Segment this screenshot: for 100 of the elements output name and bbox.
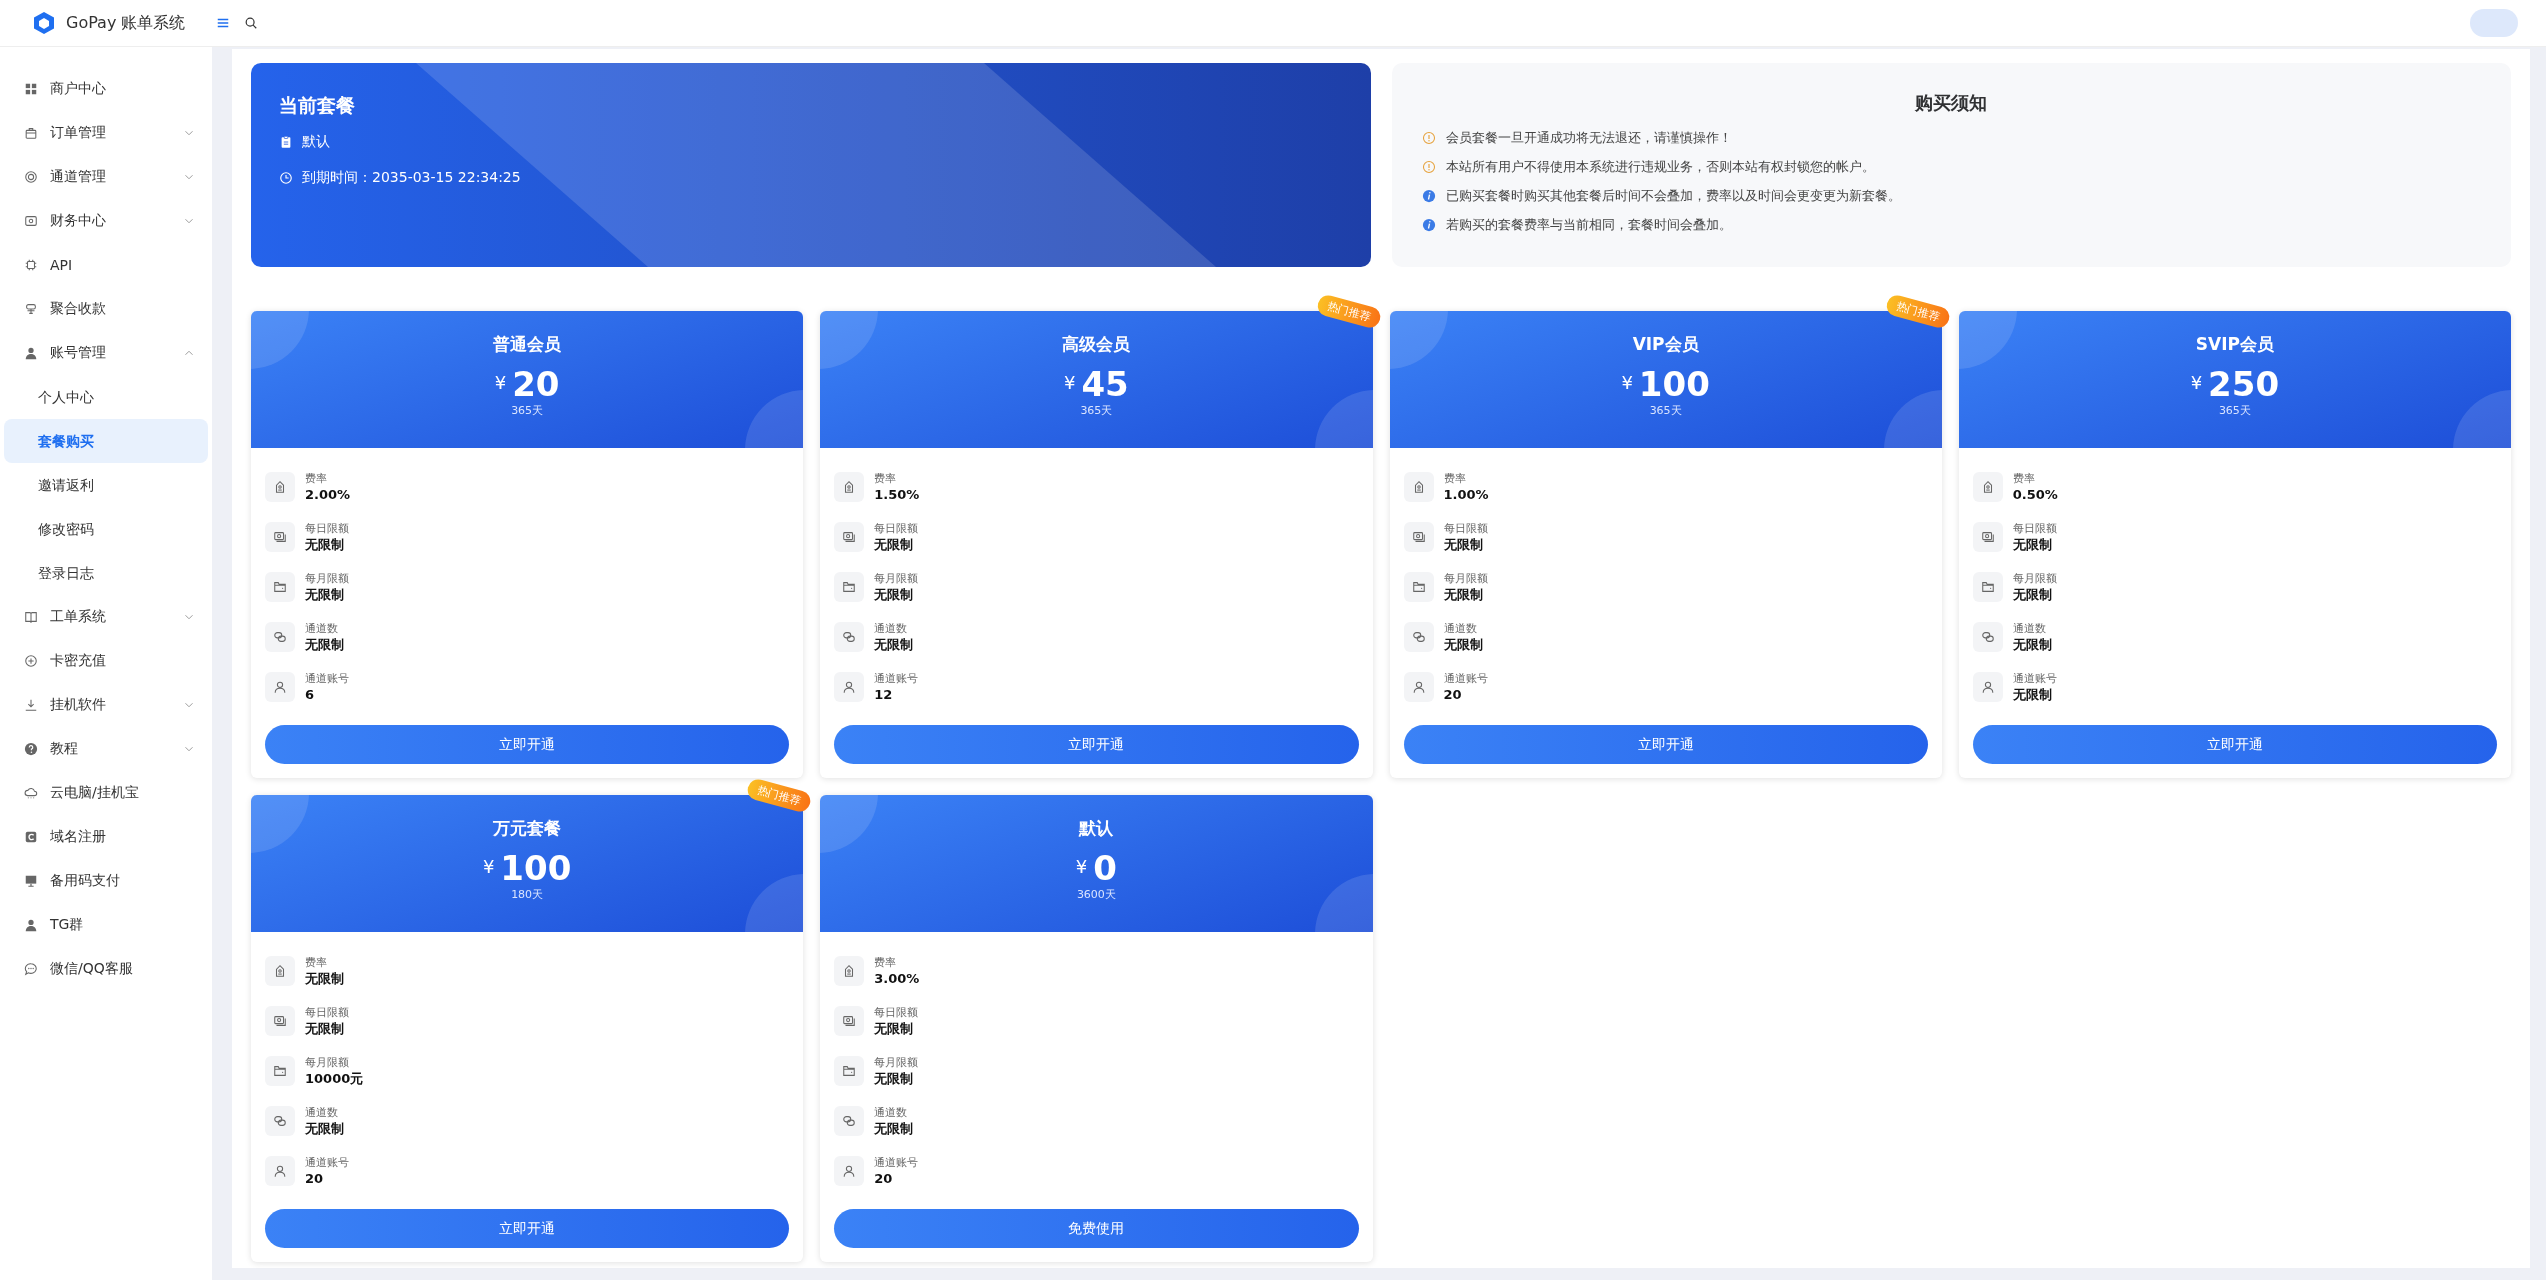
sidebar-subitem[interactable]: 个人中心	[4, 375, 208, 419]
feature-label: 通道账号	[874, 671, 919, 686]
feature-value: 无限制	[1443, 635, 1483, 653]
feature-value: 2.00%	[305, 485, 351, 503]
ring-icon	[24, 170, 38, 184]
feature-label: 每月限额	[2012, 571, 2057, 586]
sidebar-item[interactable]: 聚合收款	[0, 287, 212, 331]
feature-label: 费率	[305, 955, 328, 970]
app-name: GoPay 账单系统	[66, 12, 186, 34]
plan-name: 默认	[1079, 817, 1114, 840]
buy-button[interactable]: 立即开通	[834, 725, 1359, 764]
plan-duration: 365天	[511, 403, 544, 419]
user-icon	[24, 346, 38, 360]
feature-label: 通道数	[874, 621, 909, 636]
folder-icon	[842, 580, 857, 594]
sidebar-item[interactable]: 备用码支付	[0, 859, 212, 903]
logo-icon	[32, 11, 56, 35]
person-icon	[842, 680, 857, 694]
plus-circle-icon	[24, 654, 38, 668]
feature-value: 3.00%	[874, 969, 920, 987]
sidebar-item[interactable]: 订单管理	[0, 111, 212, 155]
tag-icon	[273, 964, 287, 978]
plan-price: 250	[2208, 366, 2280, 404]
warning-icon	[1421, 131, 1436, 145]
buy-button[interactable]: 免费使用	[834, 1209, 1359, 1248]
currency-symbol: ¥	[1064, 372, 1076, 393]
sidebar-subitem[interactable]: 邀请返利	[4, 463, 208, 507]
feature-value: 20	[305, 1169, 325, 1187]
sidebar-item[interactable]: TG群	[0, 903, 212, 947]
feature-label: 费率	[305, 471, 328, 486]
feature-value: 20	[1443, 685, 1463, 703]
feature-value: 1.00%	[1443, 485, 1489, 503]
sidebar-item[interactable]: 教程	[0, 727, 212, 771]
feature-label: 每日限额	[1443, 521, 1488, 536]
feature-label: 通道数	[2012, 621, 2047, 636]
plan-name: 高级会员	[1062, 333, 1131, 356]
search-icon[interactable]	[244, 16, 258, 30]
info-icon	[1421, 189, 1436, 203]
feature-label: 通道账号	[2012, 671, 2057, 686]
cash-icon	[273, 530, 287, 544]
chat-icon	[24, 962, 38, 976]
cash-icon	[842, 1014, 857, 1028]
folder-icon	[273, 1064, 287, 1078]
sidebar-item[interactable]: 域名注册	[0, 815, 212, 859]
plan-duration: 365天	[1080, 403, 1113, 419]
feature-label: 每月限额	[874, 571, 919, 586]
sidebar-subitem[interactable]: 修改密码	[4, 507, 208, 551]
feature-value: 无限制	[874, 585, 915, 603]
feature-value: 无限制	[305, 1119, 344, 1137]
sidebar-item[interactable]: 商户中心	[0, 67, 212, 111]
folder-icon	[273, 580, 287, 594]
feature-label: 费率	[874, 955, 898, 970]
sidebar-item[interactable]: 微信/QQ客服	[0, 947, 212, 991]
feature-value: 无限制	[305, 969, 344, 987]
plan-duration: 180天	[511, 887, 544, 903]
sidebar-item[interactable]: 卡密充值	[0, 639, 212, 683]
clock-icon	[279, 171, 293, 185]
plan-price: 20	[512, 366, 560, 404]
feature-label: 通道数	[305, 1105, 339, 1120]
notice-text: 已购买套餐时购买其他套餐后时间不会叠加，费率以及时间会更变更为新套餐。	[1445, 187, 1901, 205]
cash-icon	[273, 1014, 287, 1028]
buy-button[interactable]: 立即开通	[265, 1209, 790, 1248]
feature-value: 无限制	[874, 1019, 915, 1037]
sidebar-item[interactable]: API	[0, 243, 212, 287]
user-icon	[24, 918, 38, 932]
menu-icon[interactable]	[216, 16, 230, 30]
folder-icon	[1411, 580, 1426, 594]
link-icon	[842, 1114, 857, 1128]
buy-button[interactable]: 立即开通	[265, 725, 790, 764]
feature-label: 每日限额	[2012, 521, 2057, 536]
plan-name: VIP会员	[1632, 333, 1699, 356]
feature-label: 每日限额	[874, 521, 919, 536]
feature-value: 无限制	[1443, 535, 1484, 553]
cash-icon	[842, 530, 857, 544]
feature-value: 无限制	[2012, 585, 2053, 603]
feature-value: 无限制	[874, 535, 915, 553]
sidebar-item[interactable]: 挂机软件	[0, 683, 212, 727]
sidebar-subitem[interactable]: 套餐购买	[4, 419, 208, 463]
feature-label: 每日限额	[874, 1005, 919, 1020]
cloud-icon	[24, 786, 38, 800]
sidebar-item[interactable]: 工单系统	[0, 595, 212, 639]
sidebar-subitem[interactable]: 登录日志	[4, 551, 208, 595]
sidebar-item[interactable]: 财务中心	[0, 199, 212, 243]
plan-price: 100	[1638, 366, 1710, 404]
feature-label: 费率	[1443, 471, 1467, 486]
sidebar-item[interactable]: 账号管理	[0, 331, 212, 375]
plan-price: 0	[1093, 850, 1117, 888]
folder-icon	[842, 1064, 857, 1078]
sidebar-item[interactable]: 通道管理	[0, 155, 212, 199]
buy-button[interactable]: 立即开通	[1403, 725, 1928, 764]
link-icon	[842, 630, 857, 644]
notice-text: 本站所有用户不得使用本系统进行违规业务，否则本站有权封锁您的帐户。	[1445, 158, 1875, 176]
feature-label: 每月限额	[305, 1055, 350, 1070]
feature-value: 0.50%	[2012, 485, 2058, 503]
feature-value: 无限制	[2012, 635, 2052, 653]
plan-name: 万元套餐	[493, 817, 562, 840]
sidebar-item[interactable]: 云电脑/挂机宝	[0, 771, 212, 815]
buy-button[interactable]: 立即开通	[1972, 725, 2497, 764]
feature-label: 通道账号	[1443, 671, 1488, 686]
feature-label: 费率	[874, 471, 898, 486]
